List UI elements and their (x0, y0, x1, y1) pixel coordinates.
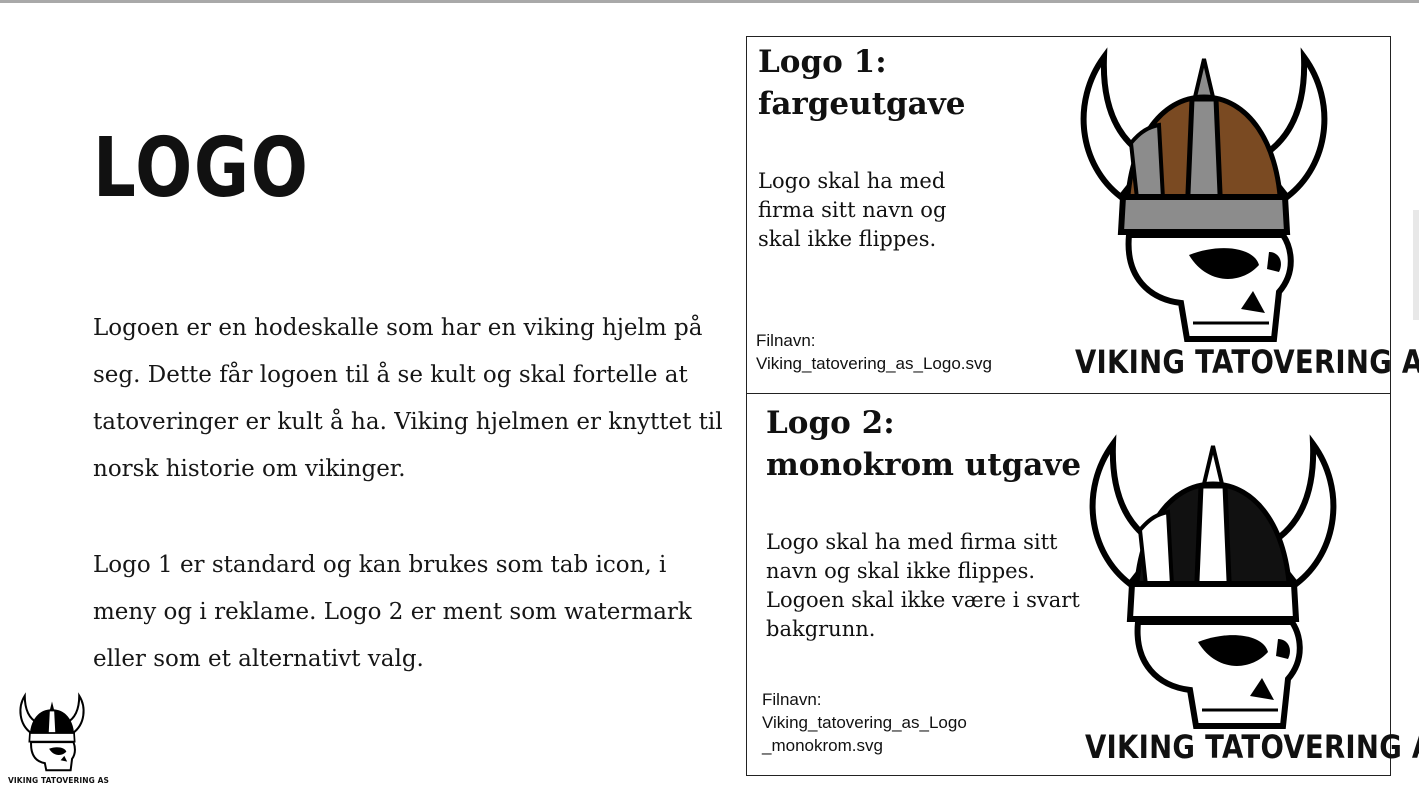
logo-2-brand-name: VIKING TATOVERING AS (1085, 728, 1419, 766)
corner-logo: VIKING TATOVERING AS (8, 690, 110, 790)
intro-paragraph: Logoen er en hodeskalle som har en vikin… (93, 315, 723, 482)
logo-card-color: Logo 1: fargeutgave Logo skal ha med fir… (746, 36, 1419, 394)
viking-skull-icon (19, 692, 85, 772)
viking-skull-color-icon (1080, 47, 1328, 342)
corner-logo-brand: VIKING TATOVERING AS (8, 776, 110, 785)
page-title: LOGO (93, 121, 310, 216)
logo-1-brand-name: VIKING TATOVERING AS (1075, 343, 1419, 381)
logo-1-file-name: Viking_tatovering_as_Logo.svg (756, 354, 992, 373)
logo-1-file-label: Filnavn: (756, 331, 816, 350)
top-border (0, 0, 1419, 3)
logo-card-monochrome: Logo 2: monokrom utgave Logo skal ha med… (746, 393, 1419, 776)
viking-skull-monochrome-icon (1089, 434, 1337, 729)
usage-paragraph: Logo 1 er standard og kan brukes som tab… (93, 552, 692, 672)
logo-2-title: Logo 2: monokrom utgave (766, 405, 1082, 483)
logo-1-title: Logo 1: fargeutgave (758, 44, 966, 122)
scrollbar-edge (1413, 210, 1419, 320)
logo-1-description: Logo skal ha med firma sitt navn og skal… (758, 169, 947, 251)
logo-1-file-info: Filnavn: Viking_tatovering_as_Logo.svg (756, 329, 1056, 375)
logo-2-file-name: Viking_tatovering_as_Logo _monokrom.svg (762, 713, 967, 755)
logo-2-file-info: Filnavn: Viking_tatovering_as_Logo _mono… (762, 688, 1062, 757)
logo-2-file-label: Filnavn: (762, 690, 822, 709)
logo-2-description: Logo skal ha med firma sitt navn og skal… (766, 530, 1080, 641)
